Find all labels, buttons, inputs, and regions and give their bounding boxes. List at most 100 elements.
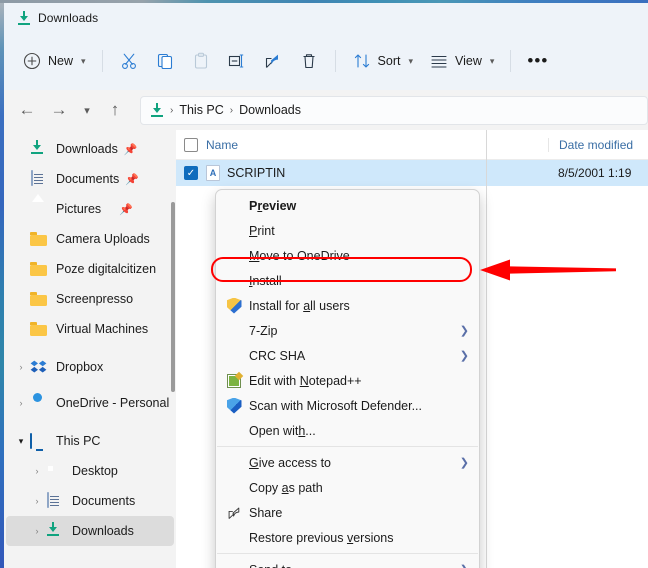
- share-icon: [265, 54, 278, 68]
- menu-item-label: Move to OneDrive: [249, 248, 350, 263]
- sidebar-item-downloads-pc[interactable]: › Downloads: [6, 516, 174, 546]
- menu-item-share[interactable]: Share: [216, 500, 479, 525]
- recent-locations-button[interactable]: ▾: [76, 95, 98, 125]
- context-menu: Preview Print Move to OneDrive Install I…: [215, 189, 480, 568]
- share-button[interactable]: [255, 45, 291, 77]
- rename-button[interactable]: [219, 45, 255, 77]
- row-checkbox-cell[interactable]: ✓: [176, 166, 206, 180]
- view-button-label: View: [455, 54, 482, 68]
- sidebar-item-desktop[interactable]: › Desktop: [6, 456, 174, 486]
- folder-icon: [30, 320, 48, 338]
- menu-item-open-with[interactable]: Open with...: [216, 418, 479, 443]
- menu-item-install[interactable]: Install: [216, 268, 479, 293]
- cloud-icon: [30, 394, 48, 412]
- desktop-icon: [46, 462, 64, 480]
- back-button[interactable]: ←: [12, 95, 42, 125]
- view-button[interactable]: View ▾: [421, 45, 502, 77]
- sidebar-item-label: Camera Uploads: [56, 232, 150, 246]
- new-button[interactable]: New ▾: [14, 45, 94, 77]
- sidebar-item-documents-pc[interactable]: › Documents: [6, 486, 174, 516]
- file-name-cell: A SCRIPTIN: [206, 165, 548, 181]
- cut-button[interactable]: [111, 45, 147, 77]
- trash-icon: [303, 54, 315, 69]
- select-all-checkbox[interactable]: [184, 137, 198, 152]
- navigation-pane: Downloads 📌 Documents 📌 Pictures 📌 Camer…: [4, 130, 176, 568]
- column-header-name[interactable]: Name: [206, 138, 548, 152]
- sidebar-item-label: Downloads: [72, 524, 134, 538]
- menu-item-crc-sha[interactable]: CRC SHA ❯: [216, 343, 479, 368]
- defender-shield-icon: [224, 397, 244, 414]
- sidebar-item-label: This PC: [56, 434, 101, 448]
- menu-item-give-access-to[interactable]: Give access to ❯: [216, 450, 479, 475]
- toolbar-separator-2: [334, 50, 336, 72]
- chevron-right-icon[interactable]: ›: [28, 526, 46, 536]
- menu-item-label: CRC SHA: [249, 348, 306, 363]
- menu-item-install-for-all-users[interactable]: Install for all users: [216, 293, 479, 318]
- pc-icon: [30, 432, 48, 450]
- sidebar-item-poze-digitalcitizen[interactable]: Poze digitalcitizen: [6, 254, 174, 284]
- menu-item-edit-with-notepadpp[interactable]: Edit with Notepad++: [216, 368, 479, 393]
- delete-button[interactable]: [291, 45, 327, 77]
- pin-icon: 📌: [123, 143, 138, 156]
- sidebar-item-onedrive[interactable]: › OneDrive - Personal: [6, 388, 174, 418]
- sidebar-scrollbar[interactable]: [171, 202, 175, 392]
- chevron-right-icon[interactable]: ›: [12, 398, 30, 408]
- sidebar-item-documents[interactable]: Documents 📌: [6, 164, 174, 194]
- menu-item-7-zip[interactable]: 7-Zip ❯: [216, 318, 479, 343]
- view-list-icon: [431, 55, 447, 68]
- breadcrumb[interactable]: › This PC › Downloads: [140, 95, 648, 125]
- more-options-button[interactable]: •••: [519, 45, 556, 77]
- column-header-date-modified[interactable]: Date modified: [548, 137, 648, 152]
- menu-separator: [217, 553, 478, 554]
- font-file-icon: A: [206, 165, 220, 181]
- chevron-right-icon[interactable]: ›: [28, 466, 46, 476]
- select-all-checkbox-cell[interactable]: [176, 137, 206, 152]
- folder-icon: [30, 260, 48, 278]
- menu-item-scan-with-defender[interactable]: Scan with Microsoft Defender...: [216, 393, 479, 418]
- row-checkbox-checked[interactable]: ✓: [184, 166, 198, 180]
- menu-item-label: Edit with Notepad++: [249, 373, 362, 388]
- document-icon: [46, 492, 64, 510]
- menu-item-preview[interactable]: Preview: [216, 193, 479, 218]
- breadcrumb-item-downloads[interactable]: Downloads: [239, 103, 301, 117]
- chevron-right-icon[interactable]: ›: [12, 362, 30, 372]
- sidebar-item-camera-uploads[interactable]: Camera Uploads: [6, 224, 174, 254]
- sidebar-item-downloads[interactable]: Downloads 📌: [6, 134, 174, 164]
- navigation-bar: ← → ▾ ↑ › This PC › Downloads: [4, 90, 648, 130]
- pin-icon: 📌: [125, 173, 139, 186]
- chevron-right-icon[interactable]: ›: [28, 496, 46, 506]
- sidebar-item-virtual-machines[interactable]: Virtual Machines: [6, 314, 174, 344]
- copy-button[interactable]: [147, 45, 183, 77]
- menu-item-send-to[interactable]: Send to ❯: [216, 557, 479, 568]
- menu-item-label: Restore previous versions: [249, 530, 394, 545]
- menu-item-move-to-onedrive[interactable]: Move to OneDrive: [216, 243, 479, 268]
- menu-item-print[interactable]: Print: [216, 218, 479, 243]
- menu-item-copy-as-path[interactable]: Copy as path: [216, 475, 479, 500]
- cut-icon: [121, 53, 136, 69]
- menu-item-label: Preview: [249, 198, 297, 213]
- menu-item-restore-previous-versions[interactable]: Restore previous versions: [216, 525, 479, 550]
- pin-icon: 📌: [119, 203, 133, 216]
- sidebar-item-pictures[interactable]: Pictures 📌: [6, 194, 174, 224]
- file-date-cell: 8/5/2001 1:19: [558, 166, 632, 180]
- file-name-label: SCRIPTIN: [227, 166, 286, 180]
- table-row[interactable]: ✓ A SCRIPTIN 8/5/2001 1:19: [176, 160, 648, 186]
- breadcrumb-item-this-pc[interactable]: This PC: [179, 103, 223, 117]
- paste-button[interactable]: [183, 45, 219, 77]
- chevron-right-icon: ❯: [459, 350, 469, 362]
- share-icon: [224, 506, 244, 520]
- folder-icon: [30, 290, 48, 308]
- chevron-right-icon: ❯: [459, 325, 469, 337]
- breadcrumb-separator: ›: [229, 104, 234, 116]
- sidebar-item-screenpresso[interactable]: Screenpresso: [6, 284, 174, 314]
- sidebar-item-dropbox[interactable]: › Dropbox: [6, 352, 174, 382]
- chevron-down-icon[interactable]: ▾: [12, 436, 30, 446]
- title-bar: Downloads: [4, 3, 648, 32]
- chevron-right-icon: ❯: [460, 563, 469, 568]
- sort-button[interactable]: Sort ▾: [344, 45, 421, 77]
- tab-label: Downloads: [38, 11, 99, 25]
- sidebar-item-this-pc[interactable]: ▾ This PC: [6, 426, 174, 456]
- explorer-tab-downloads[interactable]: Downloads: [6, 4, 118, 32]
- forward-button[interactable]: →: [44, 95, 74, 125]
- up-button[interactable]: ↑: [100, 95, 130, 125]
